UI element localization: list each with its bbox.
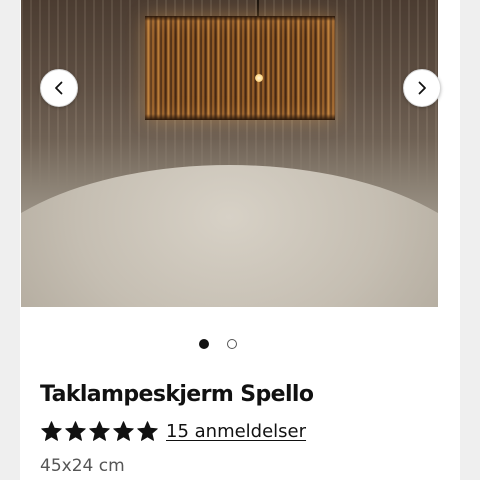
product-title: Taklampeskjerm Spello bbox=[40, 382, 314, 407]
rating-stars bbox=[40, 420, 159, 443]
floor-light bbox=[21, 165, 438, 307]
star-icon bbox=[41, 421, 62, 441]
product-rating: 15 anmeldelser bbox=[40, 420, 306, 443]
carousel-pagination bbox=[199, 339, 237, 349]
star-icon bbox=[89, 421, 110, 441]
previous-image-button[interactable] bbox=[40, 69, 78, 107]
carousel-dot[interactable] bbox=[199, 339, 209, 349]
chevron-left-icon bbox=[55, 81, 63, 95]
chevron-right-icon bbox=[418, 81, 426, 95]
light-bulb bbox=[255, 74, 263, 82]
carousel-dot[interactable] bbox=[227, 339, 237, 349]
next-image-button[interactable] bbox=[403, 69, 441, 107]
star-icon bbox=[137, 421, 158, 441]
star-icon bbox=[113, 421, 134, 441]
product-size: 45x24 cm bbox=[40, 456, 125, 476]
star-icon bbox=[65, 421, 86, 441]
reviews-link[interactable]: 15 anmeldelser bbox=[166, 421, 306, 442]
lamp-shade bbox=[145, 16, 335, 120]
product-image[interactable] bbox=[21, 0, 438, 307]
